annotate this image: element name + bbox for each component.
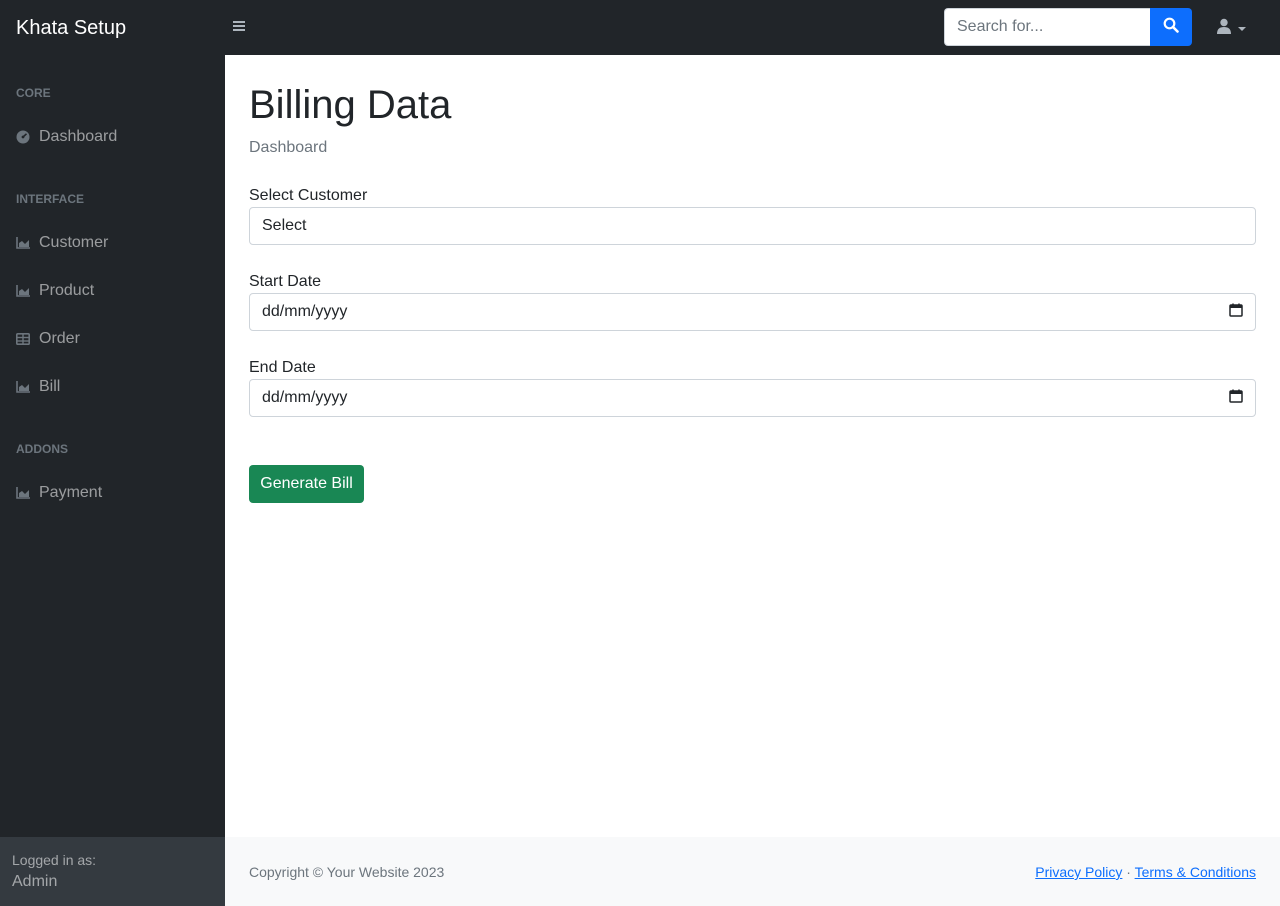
search-button[interactable] bbox=[1150, 8, 1192, 46]
terms-link[interactable]: Terms & Conditions bbox=[1135, 864, 1256, 880]
brand-title[interactable]: Khata Setup bbox=[16, 14, 126, 42]
sidebar-item-bill[interactable]: Bill bbox=[0, 367, 225, 407]
table-icon bbox=[16, 332, 30, 346]
sidebar-heading-addons: ADDONS bbox=[16, 442, 69, 456]
footer-separator: · bbox=[1126, 864, 1131, 880]
calendar-icon[interactable] bbox=[1229, 389, 1243, 408]
tachometer-icon bbox=[16, 130, 30, 144]
sidebar-item-label: Dashboard bbox=[39, 128, 118, 145]
end-date-value: dd/mm/yyyy bbox=[262, 389, 348, 406]
page-title: Billing Data bbox=[249, 83, 452, 127]
logged-in-user: Admin bbox=[12, 873, 58, 890]
user-menu-dropdown[interactable] bbox=[1216, 17, 1250, 39]
sidebar-item-dashboard[interactable]: Dashboard bbox=[0, 117, 225, 157]
sidebar-item-product[interactable]: Product bbox=[0, 271, 225, 311]
sidebar-item-payment[interactable]: Payment bbox=[0, 473, 225, 513]
hamburger-icon[interactable] bbox=[232, 18, 248, 38]
page-footer: Copyright © Your Website 2023 Privacy Po… bbox=[225, 837, 1280, 906]
end-date-input[interactable]: dd/mm/yyyy bbox=[249, 379, 1256, 417]
caret-down-icon bbox=[1238, 19, 1246, 37]
sidebar: CORE Dashboard INTERFACE Customer Produc… bbox=[0, 55, 225, 906]
sidebar-heading-interface: INTERFACE bbox=[16, 192, 85, 206]
sidebar-item-customer[interactable]: Customer bbox=[0, 223, 225, 263]
search-icon bbox=[1163, 17, 1179, 38]
sidebar-heading-core: CORE bbox=[16, 86, 51, 100]
sidebar-item-order[interactable]: Order bbox=[0, 319, 225, 359]
chart-area-icon bbox=[16, 486, 30, 500]
chart-area-icon bbox=[16, 380, 30, 394]
customer-label: Select Customer bbox=[249, 187, 368, 204]
copyright-text: Copyright © Your Website 2023 bbox=[249, 864, 445, 880]
user-icon bbox=[1216, 18, 1232, 39]
start-date-input[interactable]: dd/mm/yyyy bbox=[249, 293, 1256, 331]
sidebar-item-label: Order bbox=[39, 330, 80, 347]
sidebar-footer: Logged in as: Admin bbox=[0, 837, 225, 906]
sidebar-item-label: Customer bbox=[39, 234, 109, 251]
sidebar-item-label: Bill bbox=[39, 378, 61, 395]
customer-select[interactable]: Select bbox=[249, 207, 1256, 245]
main-content: Billing Data Dashboard Select Customer S… bbox=[225, 55, 1280, 837]
logged-in-label: Logged in as: bbox=[12, 852, 97, 868]
start-date-label: Start Date bbox=[249, 273, 322, 290]
end-date-label: End Date bbox=[249, 359, 316, 376]
breadcrumb: Dashboard bbox=[249, 139, 328, 156]
sidebar-item-label: Product bbox=[39, 282, 95, 299]
customer-select-value: Select bbox=[262, 217, 307, 234]
top-navbar: Khata Setup bbox=[0, 0, 1280, 55]
chart-area-icon bbox=[16, 236, 30, 250]
chart-area-icon bbox=[16, 284, 30, 298]
calendar-icon[interactable] bbox=[1229, 303, 1243, 322]
search-group bbox=[944, 8, 1192, 46]
sidebar-item-label: Payment bbox=[39, 484, 103, 501]
search-input[interactable] bbox=[944, 8, 1150, 46]
start-date-value: dd/mm/yyyy bbox=[262, 303, 348, 320]
footer-links: Privacy Policy · Terms & Conditions bbox=[1035, 864, 1256, 880]
privacy-policy-link[interactable]: Privacy Policy bbox=[1035, 864, 1122, 880]
generate-bill-button[interactable]: Generate Bill bbox=[249, 465, 364, 503]
